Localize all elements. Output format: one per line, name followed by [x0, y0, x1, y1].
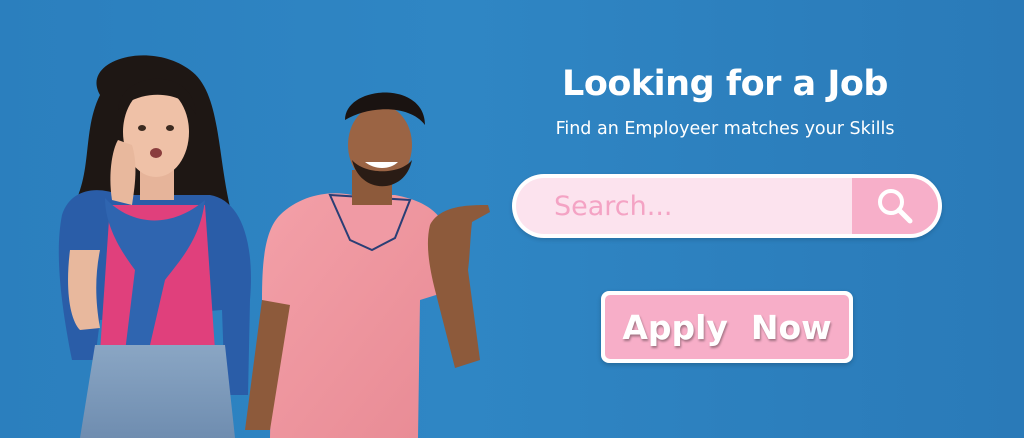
job-search-banner: Looking for a Job Find an Employeer matc…: [0, 0, 1024, 438]
search-bar: [512, 174, 942, 238]
people-photo: [58, 55, 490, 438]
woman-figure: [58, 55, 251, 438]
search-input[interactable]: [516, 178, 852, 234]
page-subtitle: Find an Employeer matches your Skills: [555, 119, 895, 139]
apply-now-button[interactable]: Apply Now: [601, 291, 853, 363]
search-icon: [878, 189, 913, 224]
page-title: Looking for a Job: [562, 64, 888, 104]
search-button[interactable]: [852, 178, 938, 234]
apply-now-label: Apply Now: [605, 295, 849, 359]
man-figure: [245, 92, 490, 438]
search-field-background: [516, 178, 938, 234]
